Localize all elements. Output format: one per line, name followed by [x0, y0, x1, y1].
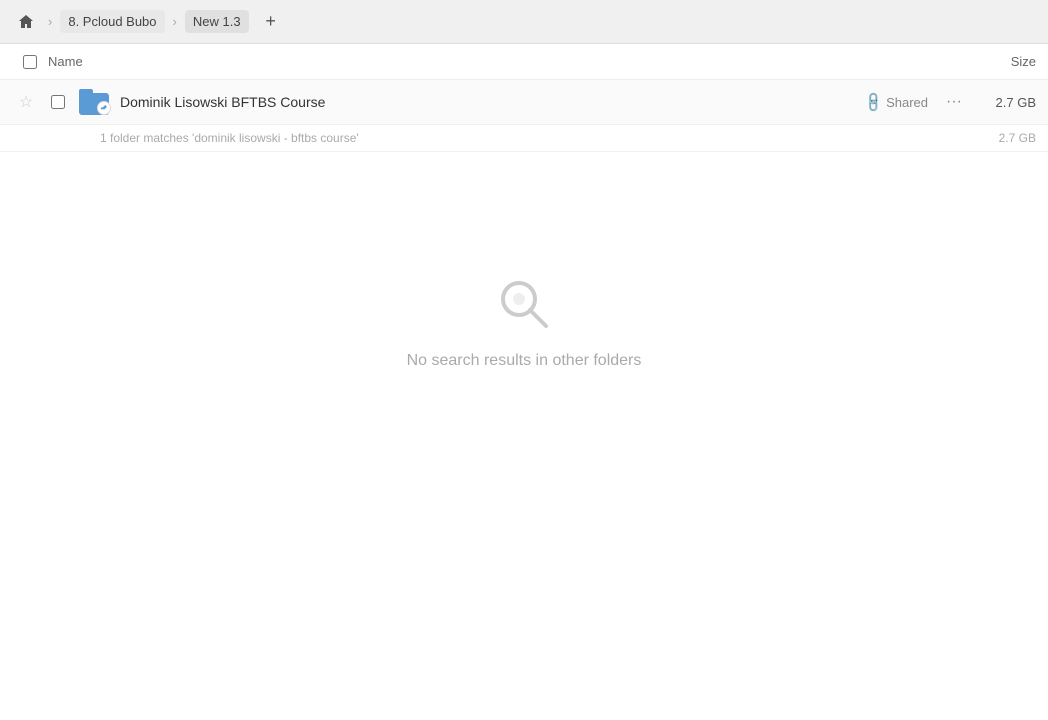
file-size: 2.7 GB [976, 95, 1036, 110]
empty-state-text: No search results in other folders [407, 352, 642, 370]
match-text: 1 folder matches 'dominik lisowski - bft… [100, 131, 976, 145]
row-checkbox[interactable] [51, 95, 65, 109]
row-checkbox-col [40, 95, 76, 109]
breadcrumb-sep-1: › [48, 14, 52, 29]
shared-label: Shared [886, 95, 928, 110]
select-all-col [12, 55, 48, 69]
home-icon [18, 14, 34, 30]
link-badge [97, 101, 111, 115]
shared-badge: 🔗 Shared [865, 94, 928, 111]
link-small-icon [100, 104, 108, 112]
more-options-button[interactable]: ··· [940, 88, 968, 116]
top-bar: › 8. Pcloud Bubo › New 1.3 + [0, 0, 1048, 44]
add-button[interactable]: + [257, 8, 285, 36]
empty-state: No search results in other folders [0, 272, 1048, 370]
star-col: ☆ [12, 92, 40, 112]
size-column-header: Size [956, 54, 1036, 69]
breadcrumb-item-2[interactable]: New 1.3 [185, 10, 249, 33]
search-empty-icon [492, 272, 556, 336]
table-row[interactable]: ☆ Dominik Lisowski BFTBS Course 🔗 Shared [0, 80, 1048, 125]
link-icon: 🔗 [861, 90, 885, 114]
folder-body [79, 93, 109, 115]
match-info-row: 1 folder matches 'dominik lisowski - bft… [0, 125, 1048, 152]
more-icon: ··· [946, 93, 962, 111]
folder-icon [79, 89, 109, 115]
breadcrumb-item-1[interactable]: 8. Pcloud Bubo [60, 10, 164, 33]
home-button[interactable] [12, 8, 40, 36]
select-all-checkbox[interactable] [23, 55, 37, 69]
name-column-header: Name [48, 54, 956, 69]
breadcrumb-sep-2: › [173, 14, 177, 29]
file-name: Dominik Lisowski BFTBS Course [112, 94, 865, 110]
file-browser-content: Name Size ☆ Dominik Lisowski BFTBS Cou [0, 44, 1048, 720]
file-icon-col [76, 89, 112, 115]
table-header: Name Size [0, 44, 1048, 80]
match-size: 2.7 GB [976, 131, 1036, 145]
star-icon[interactable]: ☆ [19, 92, 33, 112]
